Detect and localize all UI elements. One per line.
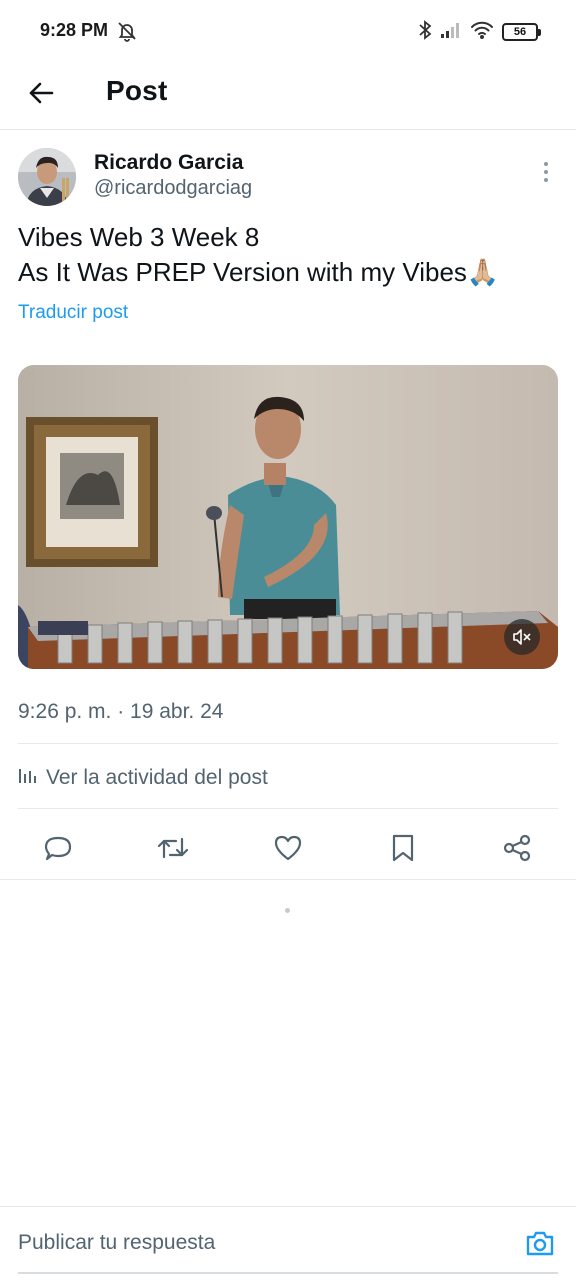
camera-icon[interactable] — [524, 1227, 556, 1259]
author-name[interactable]: Ricardo Garcia — [94, 151, 243, 175]
signal-icon — [440, 21, 462, 44]
status-time: 9:28 PM — [40, 20, 109, 40]
wifi-icon — [470, 21, 494, 44]
post-video[interactable] — [18, 365, 558, 669]
activity-label: Ver la actividad del post — [46, 766, 268, 789]
loading-indicator — [285, 908, 290, 913]
battery-icon: 56 — [502, 23, 541, 41]
avatar[interactable] — [18, 148, 76, 206]
divider — [18, 743, 558, 744]
share-icon[interactable] — [499, 830, 535, 866]
like-icon[interactable] — [270, 830, 306, 866]
bluetooth-icon — [418, 19, 432, 45]
author-handle[interactable]: @ricardodgarciag — [94, 177, 252, 200]
post-text-line: As It Was PREP Version with my Vibes🙏🏼 — [18, 257, 500, 287]
reply-input[interactable]: Publicar tu respuesta — [18, 1231, 215, 1255]
post-text: Vibes Web 3 Week 8 As It Was PREP Versio… — [18, 220, 558, 290]
analytics-icon — [18, 766, 38, 790]
page-title: Post — [106, 75, 168, 106]
post-actions-bar — [0, 820, 576, 880]
arrow-left-icon[interactable] — [22, 74, 60, 112]
divider — [18, 808, 558, 809]
reply-icon[interactable] — [40, 830, 76, 866]
alarm-off-icon — [116, 20, 138, 42]
status-bar: 9:28 PM 56 — [0, 0, 576, 64]
volume-mute-icon[interactable] — [504, 619, 540, 655]
post-timestamp: 9:26 p. m. · 19 abr. 24 — [18, 700, 224, 723]
post-text-line: Vibes Web 3 Week 8 — [18, 222, 260, 252]
reply-bar: Publicar tu respuesta — [0, 1206, 576, 1280]
translate-post-link[interactable]: Traducir post — [18, 302, 128, 324]
repost-icon[interactable] — [155, 830, 191, 866]
post-activity-link[interactable]: Ver la actividad del post — [18, 765, 268, 791]
video-frame-image — [18, 365, 558, 669]
header: Post — [0, 64, 576, 130]
more-options-icon[interactable] — [534, 158, 558, 186]
home-indicator — [18, 1272, 558, 1274]
bookmark-icon[interactable] — [385, 830, 421, 866]
